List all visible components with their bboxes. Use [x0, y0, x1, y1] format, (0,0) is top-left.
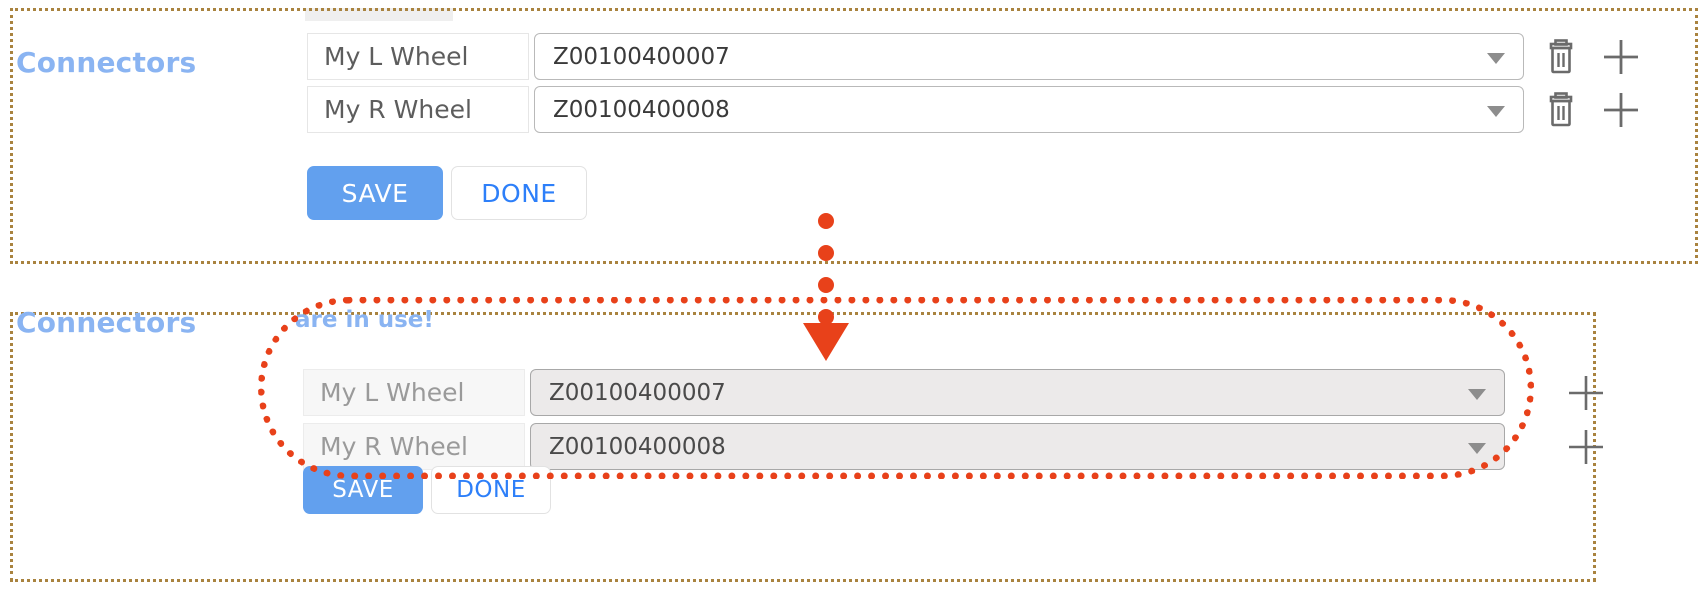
trash-icon — [1549, 38, 1573, 73]
trash-icon — [1549, 91, 1573, 126]
chevron-down-icon — [1468, 388, 1486, 400]
delete-connector-button[interactable] — [1538, 34, 1584, 80]
plus-icon — [1569, 429, 1603, 464]
plus-icon — [1604, 39, 1638, 74]
page-title-top: Connectors — [16, 46, 197, 79]
connector-id-select[interactable]: Z00100400008 — [530, 423, 1505, 470]
connector-id-value: Z00100400008 — [553, 96, 730, 123]
plus-icon — [1569, 375, 1603, 410]
connector-name-label: My R Wheel — [303, 423, 525, 470]
connector-row: My R Wheel Z00100400008 — [303, 423, 1609, 470]
status-message: are in use! — [295, 307, 434, 333]
connector-id-value: Z00100400007 — [549, 379, 726, 406]
connector-row: My L Wheel Z00100400007 — [303, 369, 1609, 416]
save-button[interactable]: SAVE — [307, 166, 443, 220]
connector-id-value: Z00100400008 — [549, 433, 726, 460]
delete-connector-button[interactable] — [1538, 87, 1584, 133]
save-button[interactable]: SAVE — [303, 466, 423, 514]
plus-icon — [1604, 92, 1638, 127]
done-button[interactable]: DONE — [431, 466, 551, 514]
add-connector-button[interactable] — [1563, 424, 1609, 470]
connector-id-value: Z00100400007 — [553, 43, 730, 70]
connector-id-select[interactable]: Z00100400008 — [534, 86, 1524, 133]
chevron-down-icon — [1468, 442, 1486, 454]
chevron-down-icon — [1487, 105, 1505, 117]
add-connector-button[interactable] — [1598, 87, 1644, 133]
done-button[interactable]: DONE — [451, 166, 587, 220]
connector-name-label: My L Wheel — [303, 369, 525, 416]
form-actions-bottom: SAVE DONE — [303, 466, 551, 514]
add-connector-button[interactable] — [1598, 34, 1644, 80]
connector-name-label: My R Wheel — [307, 86, 529, 133]
chevron-down-icon — [1487, 52, 1505, 64]
connector-row: My L Wheel Z00100400007 — [307, 33, 1644, 80]
page-title-bottom: Connectors — [16, 306, 197, 339]
add-connector-button[interactable] — [1563, 370, 1609, 416]
connector-id-select[interactable]: Z00100400007 — [530, 369, 1505, 416]
connector-row: My R Wheel Z00100400008 — [307, 86, 1644, 133]
connector-name-label: My L Wheel — [307, 33, 529, 80]
form-actions-top: SAVE DONE — [307, 166, 587, 220]
connector-id-select[interactable]: Z00100400007 — [534, 33, 1524, 80]
